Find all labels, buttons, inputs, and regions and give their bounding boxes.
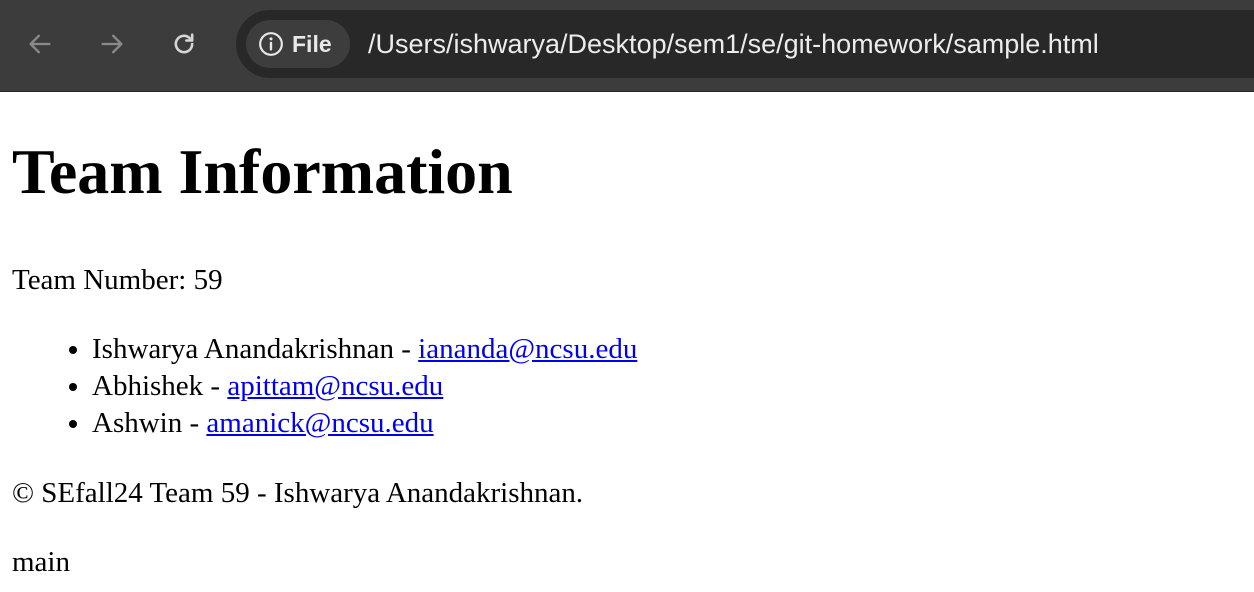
- back-button[interactable]: [20, 24, 60, 64]
- reload-icon: [174, 33, 194, 54]
- page-content: Team Information Team Number: 59 Ishwary…: [0, 136, 1254, 580]
- footer-text: © SEfall24 Team 59 - Ishwarya Anandakris…: [12, 477, 584, 509]
- browser-toolbar: File /Users/ishwarya/Desktop/sem1/se/git…: [0, 0, 1254, 92]
- site-info-chip[interactable]: File: [246, 20, 350, 68]
- list-item: Abhishek - apittam@ncsu.edu: [92, 368, 1254, 405]
- list-item: Ashwin - amanick@ncsu.edu: [92, 405, 1254, 442]
- team-number: Team Number: 59: [12, 264, 223, 296]
- list-item: Ishwarya Anandakrishnan - iananda@ncsu.e…: [92, 331, 1254, 368]
- arrow-right-icon: [101, 34, 123, 54]
- arrow-left-icon: [29, 34, 51, 54]
- member-name: Ashwin -: [92, 407, 207, 439]
- reload-button[interactable]: [164, 24, 204, 64]
- site-chip-label: File: [292, 30, 332, 57]
- member-name: Abhishek -: [92, 370, 228, 402]
- email-link[interactable]: iananda@ncsu.edu: [418, 333, 637, 365]
- info-icon: [258, 31, 284, 57]
- branch-text: main: [12, 546, 70, 578]
- email-link[interactable]: apittam@ncsu.edu: [227, 370, 443, 402]
- address-bar[interactable]: File /Users/ishwarya/Desktop/sem1/se/git…: [236, 10, 1254, 78]
- page-title: Team Information: [12, 136, 513, 207]
- email-link[interactable]: amanick@ncsu.edu: [206, 407, 433, 439]
- url-text[interactable]: /Users/ishwarya/Desktop/sem1/se/git-home…: [368, 10, 1099, 78]
- member-name: Ishwarya Anandakrishnan -: [92, 333, 419, 365]
- forward-button[interactable]: [92, 24, 132, 64]
- member-list: Ishwarya Anandakrishnan - iananda@ncsu.e…: [12, 331, 1254, 442]
